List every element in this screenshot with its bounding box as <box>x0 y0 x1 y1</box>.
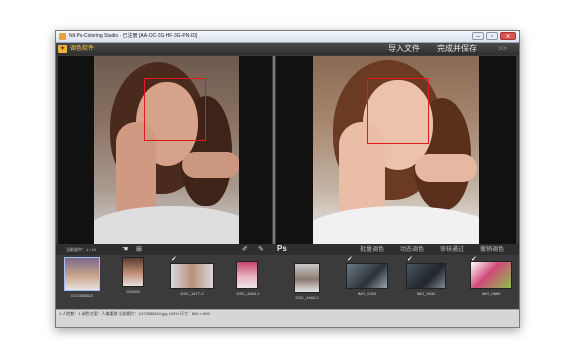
app-window: Nit Ps-Coloring Studio · 已注册 [AA-OC-3S-H… <box>55 30 520 328</box>
window-title: Nit Ps-Coloring Studio · 已注册 [AA-OC-3S-H… <box>69 33 198 39</box>
thumbnail-strip: 0172555810 DSI455 ✓ DSC_3477-2 DSC_4465-… <box>56 255 519 309</box>
thumbnail-item[interactable]: ✓ IMG_0880 <box>470 256 512 307</box>
app-icon <box>59 33 66 40</box>
face-detection-box <box>367 78 429 144</box>
title-bar: Nit Ps-Coloring Studio · 已注册 [AA-OC-3S-H… <box>56 31 519 43</box>
checkmark-icon: ✓ <box>407 256 413 263</box>
tab-batch-color[interactable]: 批量调色 <box>360 246 384 254</box>
status-text: 1 人脸数：1 调色方案：人像柔肤 当前图片：0172555810.jpg 10… <box>59 311 210 316</box>
thumbnail-item[interactable]: DSC_4480-2 <box>294 257 320 307</box>
brush-icon[interactable]: ✐ <box>242 245 248 254</box>
pen-icon[interactable]: ✎ <box>258 245 264 254</box>
fit-icon[interactable]: ⊞ <box>136 245 142 254</box>
original-image-viewer[interactable] <box>58 56 272 244</box>
thumbnail-item[interactable]: DSC_4465-1 <box>236 257 260 307</box>
finish-and-save-button[interactable]: 完成并保存 <box>437 44 477 54</box>
window-controls: – ▫ ✕ <box>472 32 516 40</box>
viewer-divider <box>273 56 275 244</box>
tab-approved[interactable]: 审核通过 <box>440 246 464 254</box>
thumbnail-item[interactable]: ✓ IMG_0403 <box>346 256 388 307</box>
minimize-icon[interactable]: – <box>472 32 484 40</box>
checkmark-icon: ✓ <box>471 256 477 263</box>
checkmark-icon: ✓ <box>347 256 353 263</box>
selection-count: 当前选中：1 / 10 <box>66 247 97 252</box>
import-files-button[interactable]: 导入文件 <box>388 44 420 54</box>
app-logo-icon: ✦ <box>58 45 67 53</box>
thumbnail-item[interactable]: ✓ IMG_0632 <box>406 256 446 307</box>
checkmark-icon: ✓ <box>171 256 177 263</box>
thumbnail-item[interactable]: DSI455 <box>122 257 144 307</box>
tab-undo-color[interactable]: 撤销调色 <box>480 246 504 254</box>
adjusted-image-viewer[interactable] <box>276 56 516 244</box>
face-detection-box <box>144 78 206 141</box>
thumbnail-item[interactable]: ✓ DSC_3477-2 <box>170 256 214 307</box>
hand-icon[interactable]: ☚ <box>122 245 128 254</box>
status-bar: 1 人脸数：1 调色方案：人像柔肤 当前图片：0172555810.jpg 10… <box>56 309 519 327</box>
maximize-icon[interactable]: ▫ <box>486 32 498 40</box>
app-name: 调色软件 <box>70 46 95 52</box>
next-step-button[interactable]: >> <box>498 44 507 54</box>
original-photo <box>94 56 239 244</box>
filmstrip-toolbar: 当前选中：1 / 10 ☚ ⊞ ✐ ✎ Ps 批量调色 动态调色 审核通过 撤销… <box>56 244 519 255</box>
main-toolbar: ✦ 调色软件 导入文件 完成并保存 >> <box>56 43 519 55</box>
adjusted-photo <box>313 56 479 244</box>
tab-dynamic-color[interactable]: 动态调色 <box>400 246 424 254</box>
photoshop-button[interactable]: Ps <box>277 244 287 254</box>
close-icon[interactable]: ✕ <box>500 32 516 40</box>
thumbnail-item[interactable]: 0172555810 <box>64 257 100 307</box>
